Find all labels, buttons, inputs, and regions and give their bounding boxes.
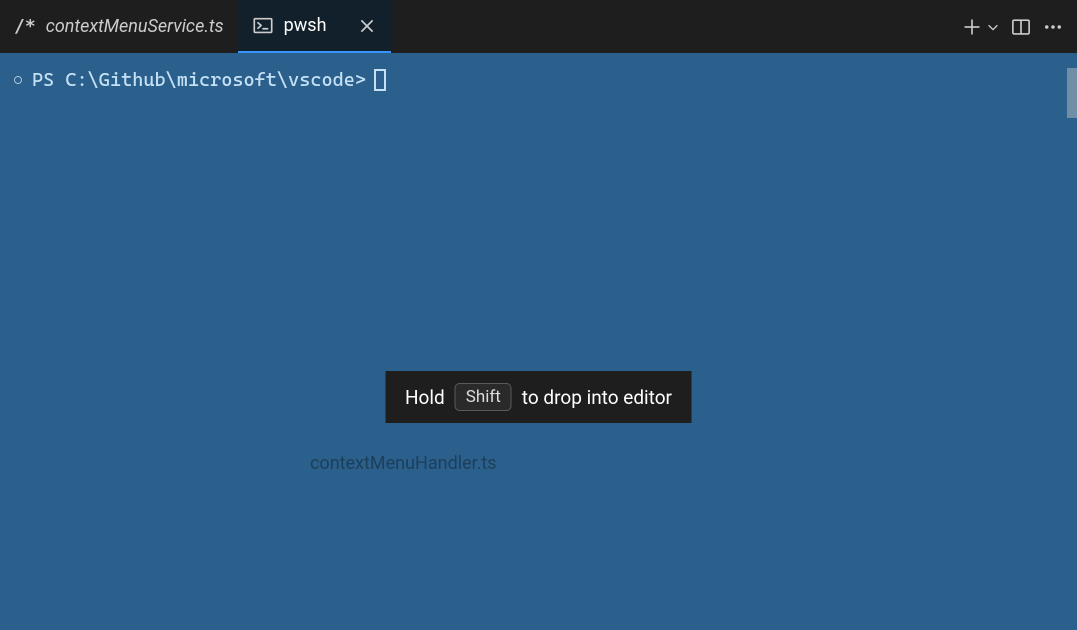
tab-contextmenuservice[interactable]: /* contextMenuService.ts [0,0,238,53]
split-editor-button[interactable] [1009,15,1033,39]
terminal-prompt: PS C:\Github\microsoft\vscode> [32,69,366,91]
terminal-line: PS C:\Github\microsoft\vscode> [12,69,1065,91]
drop-hint-overlay: Hold Shift to drop into editor [385,371,692,423]
drag-ghost-label: contextMenuHandler.ts [310,453,497,474]
new-tab-button[interactable] [960,15,984,39]
tab-pwsh[interactable]: pwsh [238,0,391,53]
tab-label: contextMenuService.ts [46,16,224,37]
terminal-cursor [374,69,386,91]
chevron-down-icon[interactable] [985,15,1001,39]
more-actions-button[interactable] [1041,15,1065,39]
comment-block-icon: /* [14,16,36,37]
terminal-area[interactable]: PS C:\Github\microsoft\vscode> Hold Shif… [0,53,1077,630]
terminal-marker-icon [14,76,22,84]
scrollbar-thumb[interactable] [1067,68,1077,118]
drop-hint-text-left: Hold [405,386,445,409]
new-tab-group [960,15,1001,39]
terminal-icon [252,15,274,37]
kbd-shift: Shift [455,383,512,411]
close-icon[interactable] [357,16,377,36]
tab-actions [948,15,1077,39]
tab-bar: /* contextMenuService.ts pwsh [0,0,1077,53]
tab-label: pwsh [284,15,327,36]
drop-hint-text-right: to drop into editor [522,386,672,409]
